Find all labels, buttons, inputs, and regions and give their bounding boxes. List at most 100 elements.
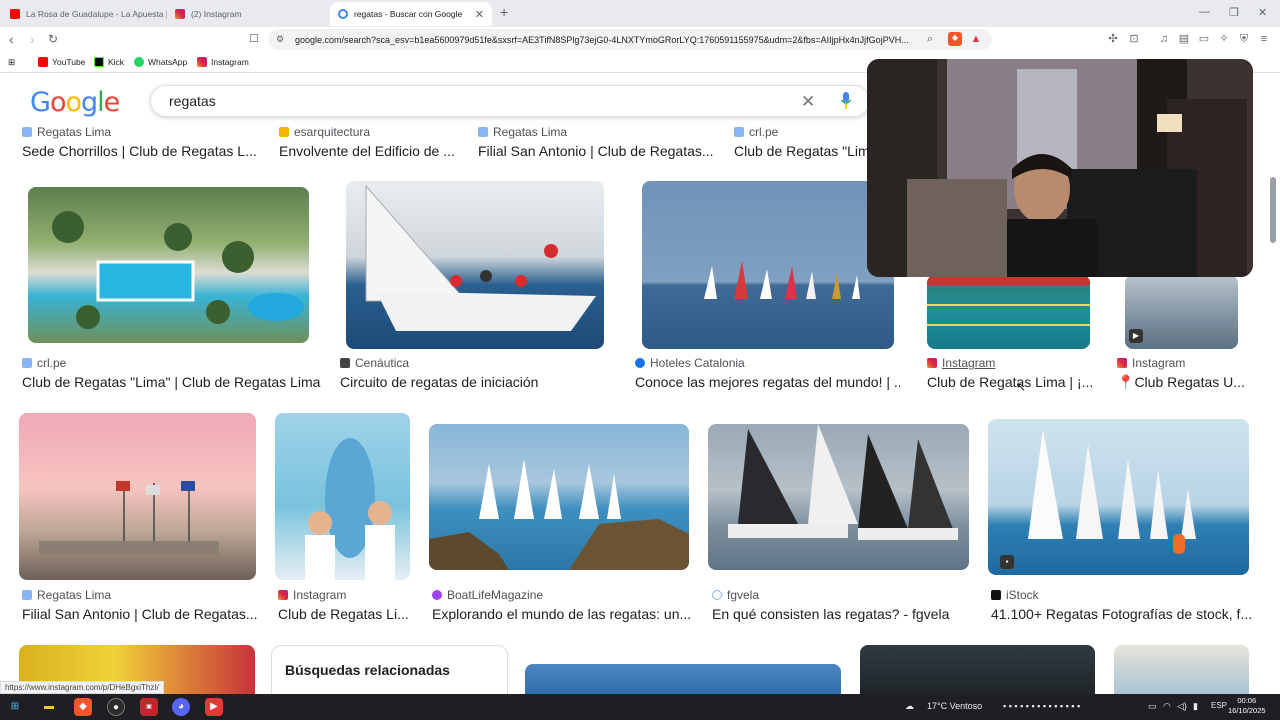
site-favicon-icon (22, 590, 32, 600)
result-title[interactable]: 📍Club Regatas U... (1117, 374, 1257, 391)
start-button[interactable]: ⊞ (6, 698, 24, 716)
forward-button[interactable]: › (30, 32, 35, 46)
result-title[interactable]: Filial San Antonio | Club de Regatas... (478, 143, 718, 159)
battery-icon[interactable]: ▮ (1193, 701, 1198, 712)
result-title[interactable]: En qué consisten las regatas? - fgvela (712, 606, 974, 622)
zoom-icon[interactable]: ⌕ (924, 33, 936, 45)
result-title[interactable]: Club de Regatas Lima | ¡... (927, 374, 1095, 390)
bookmark-youtube[interactable]: YouTube (38, 57, 85, 67)
discord-icon[interactable]: ◕ (172, 698, 190, 716)
result-source[interactable]: Cenáutica (340, 356, 409, 370)
result-source[interactable]: Instagram (927, 356, 995, 370)
brave-rewards-icon[interactable]: ▲ (970, 33, 982, 45)
tab-google-search[interactable]: regatas - Buscar con Google ✕ (330, 2, 492, 26)
restore-button[interactable]: ❐ (1229, 6, 1239, 19)
instagram-icon (175, 9, 185, 19)
result-source[interactable]: crl.pe (734, 125, 778, 139)
result-source[interactable]: iStock (991, 588, 1039, 602)
bookmark-kick[interactable]: Kick (94, 57, 124, 67)
tab-instagram[interactable]: (2) Instagram (167, 2, 330, 26)
close-window-button[interactable]: ✕ (1258, 6, 1267, 19)
menu-icon[interactable]: ≡ (1258, 33, 1270, 45)
clear-search-icon[interactable]: ✕ (801, 92, 815, 112)
image-thumbnail[interactable] (642, 181, 894, 349)
network-icon[interactable]: ▭ (1148, 701, 1157, 712)
leo-icon[interactable]: ✧ (1218, 33, 1230, 45)
microphone-icon[interactable] (841, 92, 851, 109)
result-title[interactable]: 41.100+ Regatas Fotografías de stock, f.… (991, 606, 1253, 622)
result-title[interactable]: Envolvente del Edificio de ... (279, 143, 469, 159)
search-input[interactable]: regatas ✕ (150, 85, 870, 117)
wifi-icon[interactable]: ◠ (1163, 701, 1171, 712)
result-source[interactable]: crl.pe (22, 356, 66, 370)
tab-youtube[interactable]: La Rosa de Guadalupe - La Apuesta | (2, 2, 167, 26)
image-thumbnail[interactable] (1114, 645, 1249, 695)
weather-text[interactable]: 17°C Ventoso (927, 701, 982, 711)
media-app-icon[interactable]: ▶ (205, 698, 223, 716)
streaming-app-icon[interactable]: ▣ (140, 698, 158, 716)
result-title[interactable]: Filial San Antonio | Club de Regatas... (22, 606, 262, 622)
result-source[interactable]: Regatas Lima (478, 125, 567, 139)
volume-icon[interactable]: ◁) (1177, 701, 1187, 712)
result-title-text: Club Regatas U... (1134, 374, 1245, 390)
new-tab-button[interactable]: + (500, 4, 508, 20)
result-source[interactable]: Regatas Lima (22, 125, 111, 139)
obs-icon[interactable]: ● (107, 698, 125, 716)
result-source[interactable]: esarquitectura (279, 125, 370, 139)
vpn-icon[interactable]: ⛨ (1238, 33, 1250, 45)
site-favicon-icon (22, 358, 32, 368)
screenshot-icon[interactable]: ⊡ (1128, 33, 1140, 45)
image-thumbnail[interactable] (708, 424, 969, 570)
image-thumbnail[interactable]: ▪ (988, 419, 1249, 575)
result-source[interactable]: BoatLifeMagazine (432, 588, 543, 602)
minimize-button[interactable]: — (1199, 6, 1210, 18)
language-indicator[interactable]: ESP (1211, 701, 1227, 710)
site-info-icon[interactable]: ⚙ (276, 34, 284, 45)
result-source[interactable]: Hoteles Catalonia (635, 356, 745, 370)
brave-browser-icon[interactable]: ◆ (74, 698, 92, 716)
result-source[interactable]: Regatas Lima (22, 588, 111, 602)
result-source[interactable]: Instagram (1117, 356, 1185, 370)
clock[interactable]: 00:06 16/10/2025 (1228, 696, 1266, 716)
sidebar-icon[interactable]: ▤ (1178, 33, 1190, 45)
bookmark-instagram[interactable]: Instagram (197, 57, 249, 67)
bookmark-label: WhatsApp (148, 57, 188, 67)
youtube-icon (10, 9, 20, 19)
google-logo[interactable]: Google (30, 87, 120, 118)
bookmark-icon[interactable]: ☐ (249, 32, 259, 46)
image-thumbnail[interactable]: ▶ (1125, 275, 1238, 349)
result-source[interactable]: fgvela (712, 588, 759, 602)
image-thumbnail[interactable] (19, 413, 256, 580)
reload-button[interactable]: ↻ (48, 32, 58, 46)
image-thumbnail[interactable] (429, 424, 689, 570)
result-title[interactable]: Club de Regatas Li... (278, 606, 410, 622)
result-source[interactable]: Instagram (278, 588, 346, 602)
back-button[interactable]: ‹ (9, 32, 14, 46)
kick-icon (94, 57, 104, 67)
image-thumbnail[interactable] (860, 645, 1095, 695)
result-title[interactable]: Circuito de regatas de iniciación (340, 374, 610, 390)
result-title[interactable]: Club de Regatas "Lima" (734, 143, 867, 159)
result-title[interactable]: Explorando el mundo de las regatas: un..… (432, 606, 694, 622)
result-title[interactable]: Conoce las mejores regatas del mundo! | … (635, 374, 900, 390)
tray-icons[interactable]: ▪ ▪ ▪ ▪ ▪ ▪ ▪ ▪ ▪ ▪ ▪ ▪ ▪ ▪ (1003, 701, 1080, 711)
brave-shield-icon[interactable]: ◆ (948, 32, 962, 46)
image-thumbnail[interactable] (525, 664, 841, 695)
result-title[interactable]: Sede Chorrillos | Club de Regatas L... (22, 143, 262, 159)
music-icon[interactable]: ♫ (1158, 33, 1170, 45)
apps-icon[interactable]: ⊞ (8, 57, 15, 68)
bookmark-whatsapp[interactable]: WhatsApp (134, 57, 187, 67)
page-scrollbar[interactable] (1270, 177, 1276, 243)
image-thumbnail[interactable] (927, 275, 1090, 349)
image-thumbnail[interactable] (275, 413, 410, 580)
site-favicon-icon (432, 590, 442, 600)
image-thumbnail[interactable] (346, 181, 604, 349)
image-thumbnail[interactable] (28, 187, 309, 343)
result-title[interactable]: Club de Regatas "Lima" | Club de Regatas… (22, 374, 322, 390)
wallet-icon[interactable]: ▭ (1198, 33, 1210, 45)
close-tab-icon[interactable]: ✕ (475, 8, 484, 21)
puzzle-icon[interactable]: ✣ (1107, 33, 1119, 45)
file-explorer-icon[interactable]: ▬ (40, 698, 58, 716)
weather-icon[interactable]: ☁ (905, 701, 914, 712)
address-bar[interactable]: google.com/search?sca_esv=b1ea5600979d51… (268, 29, 992, 50)
